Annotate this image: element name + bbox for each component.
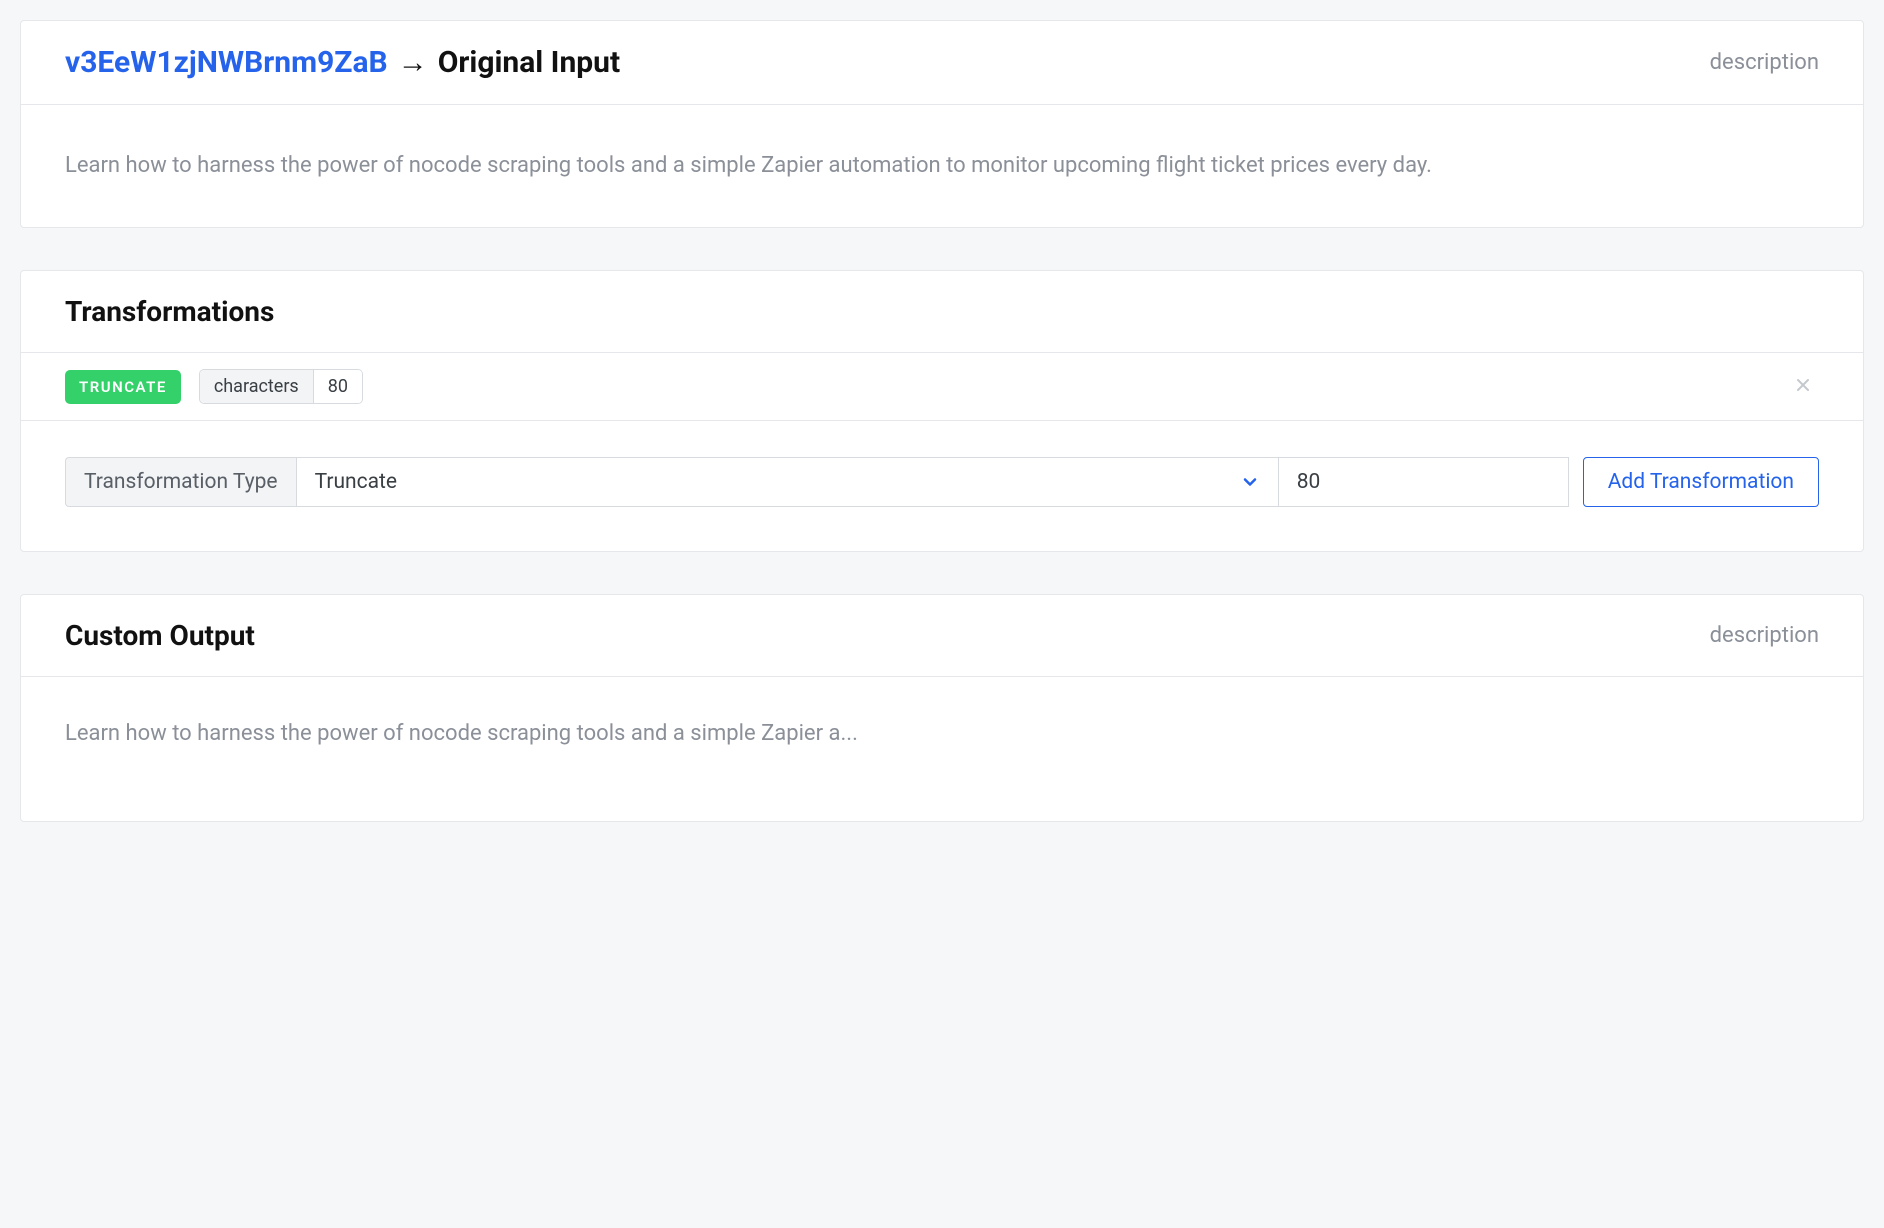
transformations-header: Transformations	[21, 271, 1863, 353]
original-input-card: v3EeW1zjNWBrnm9ZaB → Original Input desc…	[20, 20, 1864, 228]
transformations-title: Transformations	[65, 295, 274, 328]
chevron-down-icon	[1240, 472, 1260, 492]
param-unit-value: 80	[314, 370, 362, 403]
custom-output-body: Learn how to harness the power of nocode…	[21, 677, 1863, 821]
close-icon	[1795, 377, 1811, 393]
transformations-card: Transformations TRUNCATE characters 80 T…	[20, 270, 1864, 552]
remove-transformation-button[interactable]	[1787, 372, 1819, 402]
original-input-title-group: v3EeW1zjNWBrnm9ZaB → Original Input	[65, 45, 620, 80]
add-transformation-button[interactable]: Add Transformation	[1583, 457, 1819, 507]
custom-output-header: Custom Output description	[21, 595, 1863, 677]
transformation-type-select[interactable]: Truncate	[296, 457, 1279, 507]
original-input-header: v3EeW1zjNWBrnm9ZaB → Original Input desc…	[21, 21, 1863, 105]
transformation-type-selected: Truncate	[315, 470, 397, 494]
arrow-right-icon: →	[398, 45, 428, 80]
applied-transformation-row: TRUNCATE characters 80	[21, 353, 1863, 421]
field-name-label: description	[1710, 50, 1819, 75]
custom-output-title: Custom Output	[65, 619, 255, 652]
transformation-value-input[interactable]	[1279, 457, 1569, 507]
item-id-link[interactable]: v3EeW1zjNWBrnm9ZaB	[65, 45, 388, 80]
param-unit-label: characters	[200, 370, 314, 403]
original-input-title: Original Input	[438, 45, 620, 80]
output-field-name-label: description	[1710, 623, 1819, 648]
transformation-type-label: Transformation Type	[65, 457, 296, 507]
transformation-params: characters 80	[199, 369, 363, 404]
transformation-type-badge: TRUNCATE	[65, 370, 181, 404]
add-transformation-form: Transformation Type Truncate Add Transfo…	[21, 421, 1863, 551]
original-input-body: Learn how to harness the power of nocode…	[21, 105, 1863, 227]
custom-output-card: Custom Output description Learn how to h…	[20, 594, 1864, 822]
